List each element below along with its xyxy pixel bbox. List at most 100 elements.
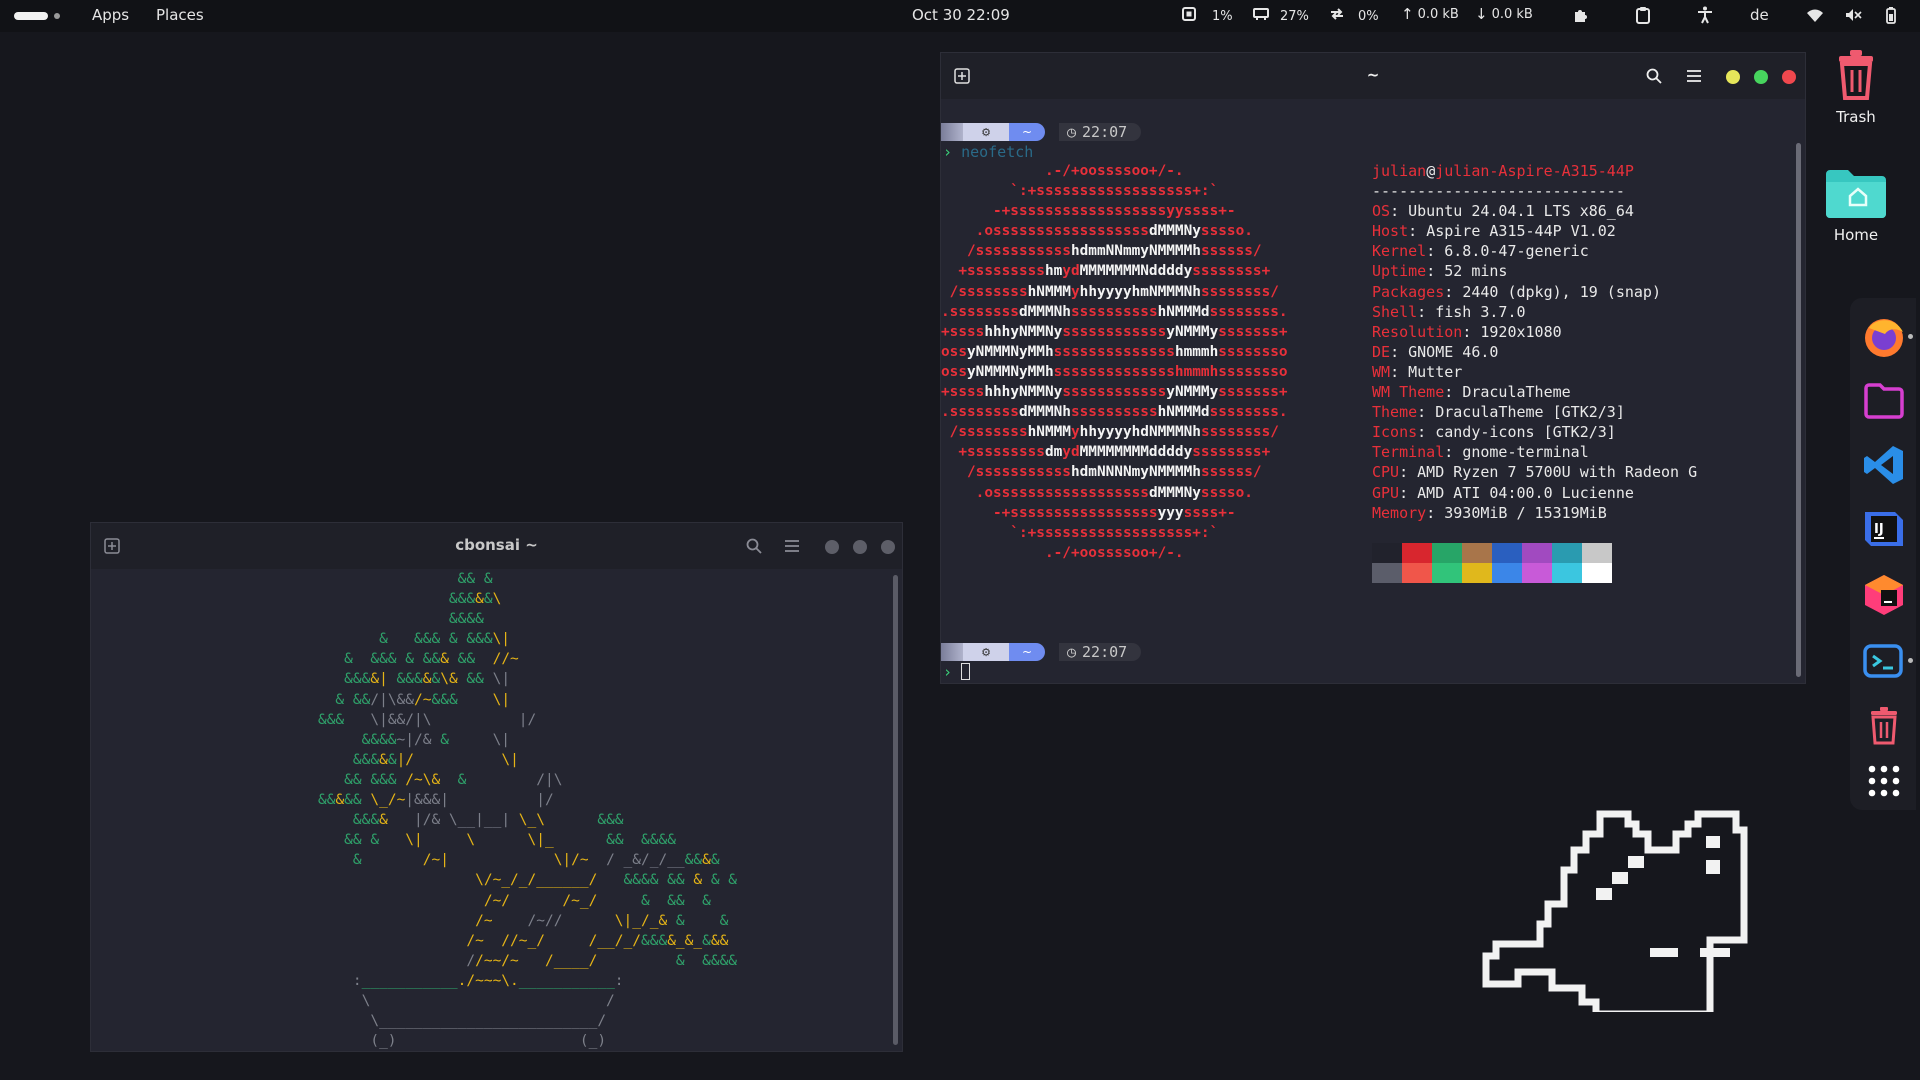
close-button[interactable] [1782, 70, 1796, 84]
extensions-puzzle-icon[interactable] [1570, 4, 1592, 26]
info-row: WM Theme: DraculaTheme [1372, 383, 1571, 402]
palette-swatch [1462, 562, 1492, 583]
top-bar: Apps Places Oct 30 22:09 1% 27% 0% ↑ 0.0… [0, 0, 1920, 32]
clipboard-icon[interactable] [1632, 4, 1654, 26]
info-key: CPU [1372, 463, 1400, 482]
menu-button[interactable] [781, 535, 803, 557]
close-button[interactable] [881, 540, 895, 554]
desktop-trash[interactable]: Trash [1811, 46, 1901, 126]
info-row: Packages: 2440 (dpkg), 19 (snap) [1372, 282, 1661, 301]
palette-swatch [1432, 542, 1462, 563]
palette-swatch [1372, 562, 1402, 583]
dock-intellij[interactable]: IJ [1859, 504, 1909, 554]
swap-icon [1328, 5, 1346, 27]
info-value: AMD ATI 04:00.0 Lucienne [1417, 483, 1634, 502]
minimize-button[interactable] [825, 540, 839, 554]
memory-indicator[interactable]: 27% [1252, 5, 1309, 27]
gear-icon: ⚙ [963, 643, 1009, 661]
dock-terminal[interactable] [1859, 636, 1913, 686]
volume-muted-icon[interactable] [1842, 4, 1864, 26]
info-value: 52 mins [1444, 262, 1508, 281]
cbonsai-terminal-window[interactable]: cbonsai ~ && & &&&&&\ &&&& & &&& & &&&\|… [90, 522, 903, 1052]
net-upload-indicator[interactable]: ↑ 0.0 kB [1401, 5, 1459, 23]
memory-value: 27% [1280, 8, 1309, 24]
info-value: fish 3.7.0 [1435, 302, 1526, 321]
search-button[interactable] [1643, 65, 1665, 87]
prompt-chevron: › [943, 663, 953, 681]
active-prompt-line[interactable]: › [943, 663, 971, 681]
neofetch-terminal-window[interactable]: ~ ⚙ ~ ◷ 22:07 › neofetch .-/+oossssoo+/-.… [940, 52, 1806, 684]
palette-swatch [1492, 542, 1522, 563]
info-row: Host: Aspire A315-44P V1.02 [1372, 222, 1616, 241]
cpu-indicator[interactable]: 1% [1180, 5, 1233, 27]
info-value: 2440 (dpkg), 19 (snap) [1462, 282, 1661, 301]
dock-files[interactable] [1859, 376, 1909, 426]
scrollbar[interactable] [893, 575, 898, 1045]
cbonsai-headerbar[interactable]: cbonsai ~ [91, 523, 902, 569]
info-row: Memory: 3930MiB / 15319MiB [1372, 503, 1607, 522]
maximize-button[interactable] [853, 540, 867, 554]
info-key: Memory [1372, 503, 1427, 522]
arrow-up-icon: ↑ [1401, 5, 1414, 23]
info-key: OS [1372, 202, 1391, 221]
bonsai-tree-art: && & &&&&&\ &&&& & &&& & &&&\| & &&& & &… [91, 571, 738, 1050]
command-text: neofetch [961, 143, 1034, 161]
dock-jetbrains-toolbox[interactable] [1859, 570, 1909, 620]
info-row: Terminal: gnome-terminal [1372, 443, 1589, 462]
search-button[interactable] [743, 535, 765, 557]
terminal-icon [1863, 644, 1903, 678]
search-icon [1646, 68, 1662, 84]
net-down-value: 0.0 kB [1491, 6, 1533, 22]
activities-indicator[interactable] [14, 12, 64, 20]
palette-swatch [1432, 562, 1462, 583]
prompt-status-bar: ⚙ ~ ◷ 22:07 [941, 643, 1142, 661]
trash-icon [1871, 707, 1897, 745]
info-key: Uptime [1372, 262, 1427, 281]
info-value: GNOME 46.0 [1408, 342, 1499, 361]
places-menu[interactable]: Places [156, 6, 204, 24]
info-key: GPU [1372, 483, 1400, 502]
dock-firefox[interactable] [1859, 312, 1913, 362]
dock-trash[interactable] [1859, 700, 1909, 750]
running-indicator [1908, 658, 1913, 663]
wifi-icon[interactable] [1804, 4, 1826, 26]
neofetch-headerbar[interactable]: ~ [941, 53, 1805, 99]
battery-icon[interactable] [1880, 4, 1902, 26]
keyboard-layout-indicator[interactable]: de [1750, 6, 1769, 24]
dock-app-grid[interactable] [1859, 756, 1909, 806]
command-line: › neofetch [943, 143, 1033, 161]
prompt-chevron: › [943, 143, 953, 161]
info-value: 3930MiB / 15319MiB [1444, 503, 1607, 522]
desktop-home[interactable]: Home [1811, 166, 1901, 244]
palette-swatch [1522, 562, 1552, 583]
info-row: Theme: DraculaTheme [GTK2/3] [1372, 403, 1625, 422]
info-row: CPU: AMD Ryzen 7 5700U with Radeon G [1372, 463, 1698, 482]
info-value: DraculaTheme [1462, 383, 1571, 402]
workspace-dot [54, 13, 60, 19]
pixel-cat-wallpaper [1482, 810, 1748, 1012]
net-download-indicator[interactable]: ↓ 0.0 kB [1475, 5, 1533, 23]
scrollbar[interactable] [1796, 143, 1801, 677]
maximize-button[interactable] [1754, 70, 1768, 84]
dock-vscode[interactable] [1859, 440, 1909, 490]
clock[interactable]: Oct 30 22:09 [912, 6, 1010, 24]
palette-swatch [1552, 542, 1582, 563]
info-key: Theme [1372, 403, 1418, 422]
net-up-value: 0.0 kB [1417, 6, 1459, 22]
info-row: Resolution: 1920x1080 [1372, 322, 1562, 341]
menu-button[interactable] [1683, 65, 1705, 87]
arrow-down-icon: ↓ [1475, 5, 1488, 23]
accessibility-icon[interactable] [1694, 4, 1716, 26]
prompt-time: 22:07 [1082, 643, 1128, 661]
info-key: Host [1372, 222, 1409, 241]
info-value: AMD Ryzen 7 5700U with Radeon G [1417, 463, 1698, 482]
dock: IJ [1850, 298, 1916, 810]
swap-indicator[interactable]: 0% [1328, 5, 1379, 27]
palette-swatch [1552, 562, 1582, 583]
apps-menu[interactable]: Apps [92, 6, 129, 24]
info-value: Mutter [1408, 362, 1463, 381]
minimize-button[interactable] [1726, 70, 1740, 84]
info-value: 6.8.0-47-generic [1444, 242, 1589, 261]
cpu-icon [1180, 5, 1198, 27]
prompt-time: 22:07 [1082, 123, 1128, 141]
